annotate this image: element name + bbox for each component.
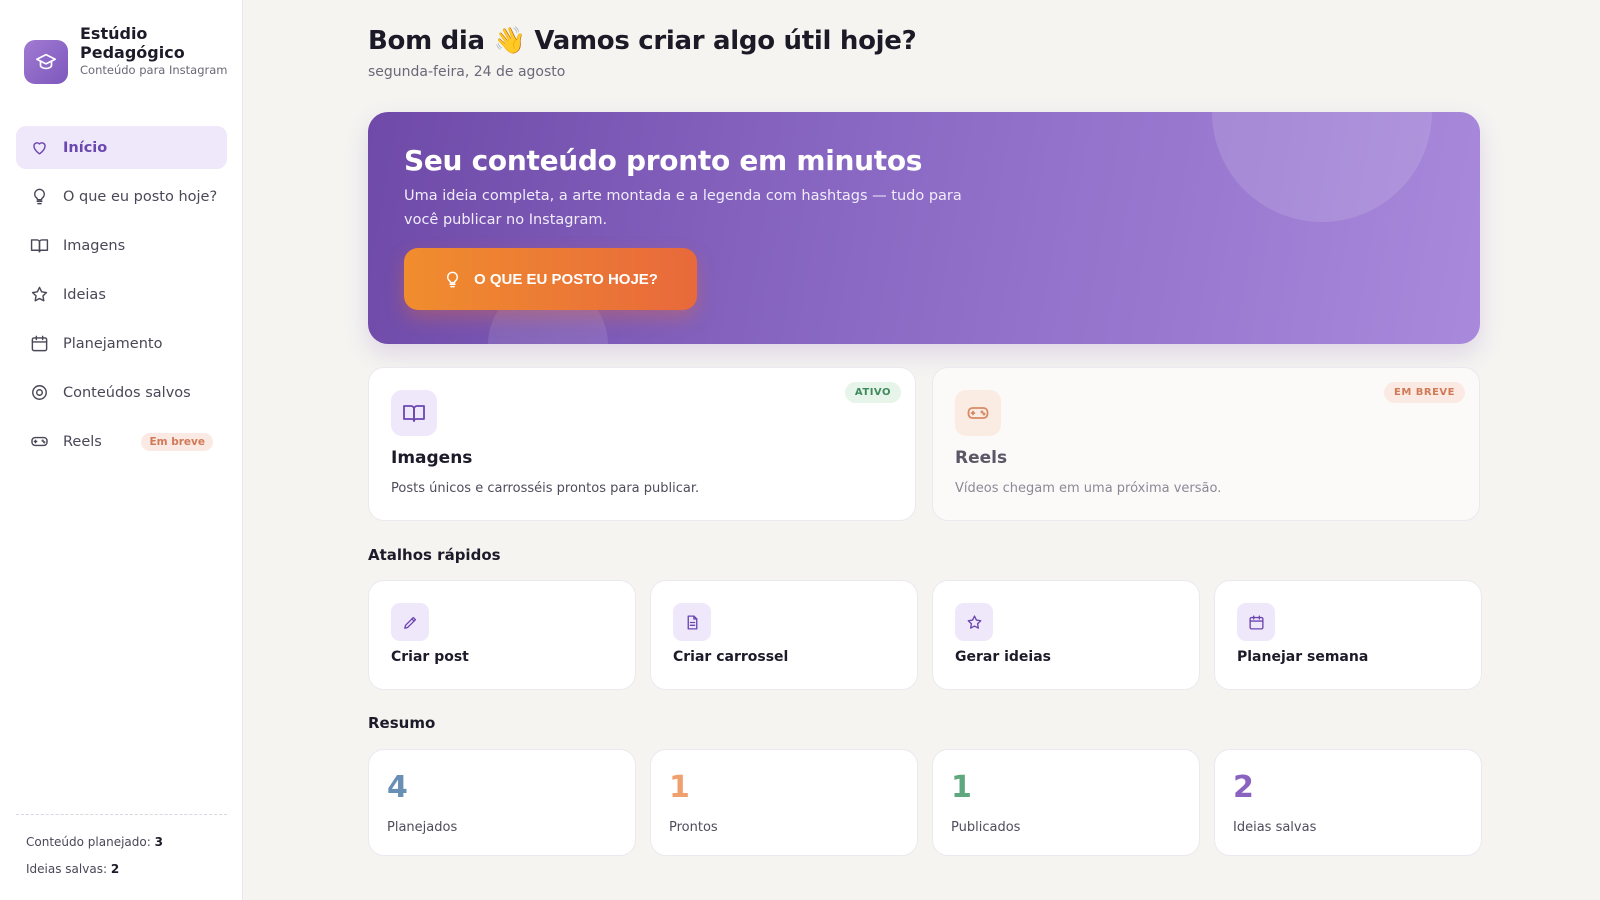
coming-soon-badge: Em breve xyxy=(141,432,213,451)
current-date: segunda-feira, 24 de agosto xyxy=(368,64,566,80)
sidebar-item-reels[interactable]: Reels Em breve xyxy=(16,420,227,463)
stat-value: 4 xyxy=(387,770,408,805)
sidebar: Estúdio Pedagógico Conteúdo para Instagr… xyxy=(0,0,243,900)
gamepad-icon xyxy=(955,390,1001,436)
sidebar-item-label: O que eu posto hoje? xyxy=(63,188,218,205)
shortcut-label: Criar carrossel xyxy=(673,649,789,665)
feature-title: Imagens xyxy=(391,448,473,468)
sidebar-item-label: Ideias xyxy=(63,286,106,303)
stat-label: Publicados xyxy=(951,820,1021,835)
sidebar-item-ideias[interactable]: Ideias xyxy=(16,273,227,316)
summary-card-planned: 4 Planejados xyxy=(368,749,636,856)
generate-ideas-shortcut[interactable]: Gerar ideias xyxy=(932,580,1200,690)
stat-value: 2 xyxy=(1233,770,1254,805)
what-to-post-button[interactable]: O QUE EU POSTO HOJE? xyxy=(404,248,697,310)
decorative-circle xyxy=(1212,112,1432,222)
sidebar-item-planejamento[interactable]: Planejamento xyxy=(16,322,227,365)
lightbulb-icon xyxy=(447,271,459,287)
pencil-icon xyxy=(391,603,429,641)
shortcut-label: Gerar ideias xyxy=(955,649,1052,665)
sidebar-nav: Início O que eu posto hoje? Imagens Idei… xyxy=(16,126,227,469)
summary-card-published: 1 Publicados xyxy=(932,749,1200,856)
brand-title: Estúdio Pedagógico xyxy=(80,24,185,62)
status-badge: EM BREVE xyxy=(1384,382,1465,403)
graduation-cap-icon xyxy=(24,40,68,84)
sidebar-item-label: Início xyxy=(63,139,108,156)
stat-label: Ideias salvas xyxy=(1233,820,1317,835)
sidebar-item-inicio[interactable]: Início xyxy=(16,126,227,169)
feature-title: Reels xyxy=(955,448,1008,468)
brand[interactable]: Estúdio Pedagógico Conteúdo para Instagr… xyxy=(24,24,230,84)
brand-subtitle: Conteúdo para Instagram xyxy=(80,63,228,77)
summary-title: Resumo xyxy=(368,714,436,732)
sidebar-item-o-que-postar[interactable]: O que eu posto hoje? xyxy=(16,175,227,218)
hero-title: Seu conteúdo pronto em minutos xyxy=(404,144,923,177)
stat-value: 1 xyxy=(669,770,690,805)
summary-card-saved-ideas: 2 Ideias salvas xyxy=(1214,749,1482,856)
feature-description: Vídeos chegam em uma próxima versão. xyxy=(955,481,1222,496)
feature-card-reels[interactable]: EM BREVE Reels Vídeos chegam em uma próx… xyxy=(932,367,1480,521)
feature-description: Posts únicos e carrosséis prontos para p… xyxy=(391,481,700,496)
sidebar-item-label: Conteúdos salvos xyxy=(63,384,191,401)
stat-label: Prontos xyxy=(669,820,718,835)
sidebar-item-label: Planejamento xyxy=(63,335,163,352)
stat-value: 1 xyxy=(951,770,972,805)
hero-description: Uma ideia completa, a arte montada e a l… xyxy=(404,188,962,228)
sidebar-item-conteudos-salvos[interactable]: Conteúdos salvos xyxy=(16,371,227,414)
document-icon xyxy=(673,603,711,641)
sidebar-item-label: Imagens xyxy=(63,237,126,254)
sidebar-item-imagens[interactable]: Imagens xyxy=(16,224,227,267)
book-open-icon xyxy=(30,239,49,253)
plan-week-shortcut[interactable]: Planejar semana xyxy=(1214,580,1482,690)
shortcuts-title: Atalhos rápidos xyxy=(368,546,501,564)
create-carousel-shortcut[interactable]: Criar carrossel xyxy=(650,580,918,690)
shortcut-label: Planejar semana xyxy=(1237,649,1369,665)
star-icon xyxy=(955,603,993,641)
gamepad-icon xyxy=(31,436,48,447)
sidebar-item-label: Reels xyxy=(63,433,102,450)
book-open-icon xyxy=(391,390,437,436)
saved-ideas-count: Ideias salvas: 2 xyxy=(26,862,120,876)
heart-icon xyxy=(33,142,46,155)
stat-label: Planejados xyxy=(387,820,458,835)
create-post-shortcut[interactable]: Criar post xyxy=(368,580,636,690)
button-label: O QUE EU POSTO HOJE? xyxy=(474,270,658,288)
calendar-icon xyxy=(1237,603,1275,641)
shortcut-label: Criar post xyxy=(391,649,469,665)
hero-banner: Seu conteúdo pronto em minutos Uma ideia… xyxy=(368,112,1480,344)
target-icon xyxy=(32,385,47,400)
lightbulb-icon xyxy=(34,188,45,205)
planned-count: Conteúdo planejado: 3 xyxy=(26,835,163,849)
sidebar-footer: Conteúdo planejado: 3 Ideias salvas: 2 xyxy=(16,814,227,883)
status-badge: ATIVO xyxy=(844,382,901,403)
feature-card-imagens[interactable]: ATIVO Imagens Posts únicos e carrosséis … xyxy=(368,367,916,521)
summary-card-ready: 1 Prontos xyxy=(650,749,918,856)
calendar-icon xyxy=(31,335,48,352)
star-icon xyxy=(31,286,48,302)
page-title: Bom dia 👋 Vamos criar algo útil hoje? xyxy=(368,26,917,56)
